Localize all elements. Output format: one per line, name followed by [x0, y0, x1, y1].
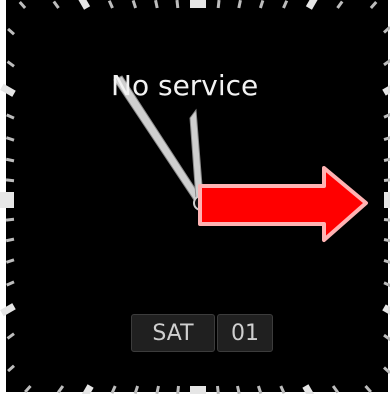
major-tick [384, 192, 390, 208]
watch-face: No service SAT 01 [0, 0, 390, 398]
major-tick [190, 386, 206, 398]
weekday-display: SAT [131, 314, 215, 352]
day-display: 01 [217, 314, 273, 352]
major-tick [190, 0, 206, 8]
status-text: No service [111, 69, 259, 102]
major-tick [0, 192, 14, 208]
